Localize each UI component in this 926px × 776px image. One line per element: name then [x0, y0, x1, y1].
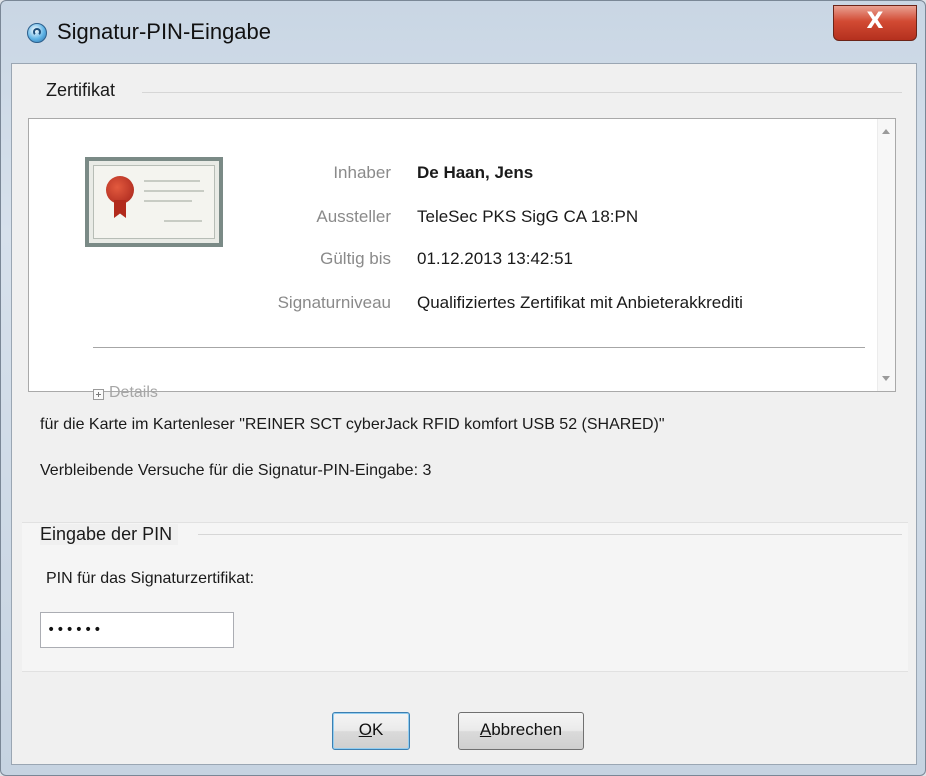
ok-label: K: [371, 720, 384, 739]
cancel-mnemonic: A: [479, 720, 492, 739]
certificate-group-line: [142, 92, 902, 93]
certificate-panel: Inhaber De Haan, Jens Aussteller TeleSec…: [28, 118, 896, 401]
certificate-seal: [106, 176, 134, 204]
holder-label: Inhaber: [333, 163, 391, 182]
scroll-down-arrow-icon[interactable]: [882, 376, 890, 381]
certificate-group-label: Zertifikat: [46, 80, 122, 101]
certificate-separator: [93, 347, 865, 348]
pin-group-label: Eingabe der PIN: [40, 524, 179, 545]
card-reader-info: für die Karte im Kartenleser "REINER SCT…: [40, 416, 665, 433]
window-title: Signatur-PIN-Eingabe: [57, 19, 272, 44]
valid-until-label: Gültig bis: [320, 249, 391, 268]
certificate-text-line: [144, 200, 192, 202]
pin-group-line: [198, 534, 902, 535]
cancel-label: bbrechen: [491, 720, 563, 739]
title-bar[interactable]: Signatur-PIN-Eingabe X: [1, 1, 925, 65]
ok-mnemonic: O: [358, 720, 372, 739]
scroll-up-arrow-icon[interactable]: [882, 129, 890, 134]
expand-plus-icon[interactable]: [93, 389, 104, 400]
certificate-ribbon: [114, 200, 126, 218]
dialog-client-area: Zertifikat Inhaber De Haan, Jens Ausstel…: [11, 63, 917, 765]
ok-button[interactable]: OK: [332, 712, 410, 750]
cancel-button[interactable]: Abbrechen: [458, 712, 584, 750]
certificate-scrollbar[interactable]: [877, 119, 895, 391]
close-button[interactable]: X: [833, 5, 917, 41]
remaining-attempts-info: Verbleibende Versuche für die Signatur-P…: [40, 462, 432, 479]
valid-until-value: 01.12.2013 13:42:51: [417, 249, 573, 268]
pin-input[interactable]: [40, 612, 234, 648]
signature-level-label: Signaturniveau: [277, 293, 391, 312]
holder-value: De Haan, Jens: [417, 163, 534, 182]
details-toggle[interactable]: Details: [109, 384, 158, 402]
signature-level-value: Qualifiziertes Zertifikat mit Anbieterak…: [417, 293, 743, 312]
pin-field-label: PIN für das Signaturzertifikat:: [46, 570, 255, 587]
issuer-value: TeleSec PKS SigG CA 18:PN: [417, 207, 639, 226]
issuer-label: Aussteller: [316, 207, 391, 226]
signature-app-icon: [27, 23, 47, 43]
certificate-text-line: [144, 190, 204, 192]
dialog-window: Signatur-PIN-Eingabe X Zertifikat Inhabe…: [0, 0, 926, 776]
